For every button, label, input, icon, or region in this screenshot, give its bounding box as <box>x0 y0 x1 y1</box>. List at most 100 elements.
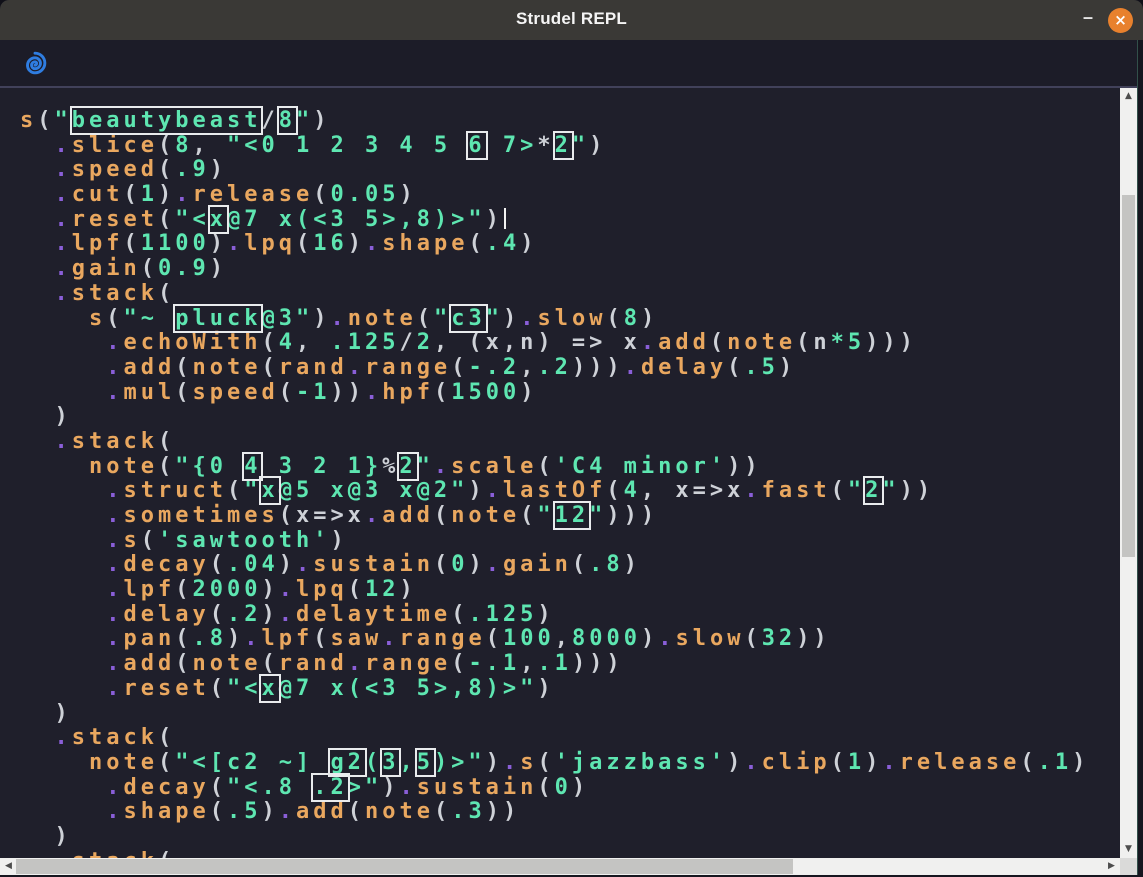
code-segment: ( <box>158 207 175 232</box>
code-segment: . <box>641 330 658 355</box>
code-segment: stack <box>72 281 158 306</box>
titlebar[interactable]: Strudel REPL – × <box>0 0 1143 40</box>
code-segment: 8 <box>624 306 641 331</box>
code-line[interactable]: ) <box>20 405 1089 430</box>
code-segment: echoWith <box>123 330 261 355</box>
code-line[interactable]: note("{0 4 3 2 1}%2".scale('C4 minor')) <box>20 455 1089 480</box>
code-segment: 'jazzbass' <box>555 750 727 775</box>
code-line[interactable]: .stack( <box>20 430 1089 455</box>
code-segment: @3" <box>261 306 313 331</box>
vertical-scrollbar[interactable]: ▲ ▼ <box>1120 88 1137 858</box>
scroll-left-button[interactable]: ◀ <box>0 858 17 875</box>
code-segment: 0.9 <box>158 256 210 281</box>
code-line[interactable]: .s('sawtooth') <box>20 529 1089 554</box>
code-line[interactable]: .mul(speed(-1)).hpf(1500) <box>20 381 1089 406</box>
code-segment: ) <box>20 824 72 849</box>
horizontal-scrollbar-thumb[interactable] <box>16 859 793 874</box>
code-segment: . <box>279 602 296 627</box>
code-segment: ( <box>158 750 175 775</box>
code-line[interactable]: .stack( <box>20 850 1089 858</box>
code-line[interactable]: s("beautybeast/8") <box>20 109 1089 134</box>
code-line[interactable]: .stack( <box>20 726 1089 751</box>
active-token: pluck <box>175 306 261 331</box>
code-segment: " <box>55 108 72 133</box>
code-segment: . <box>20 602 123 627</box>
vertical-scrollbar-thumb[interactable] <box>1122 195 1135 557</box>
minimize-button[interactable]: – <box>1075 0 1101 40</box>
scroll-up-button[interactable]: ▲ <box>1120 88 1137 105</box>
active-token: 5 <box>417 750 434 775</box>
horizontal-scrollbar[interactable]: ◀ ▶ <box>0 858 1120 875</box>
code-segment: " <box>417 454 434 479</box>
code-line[interactable]: .cut(1).release(0.05) <box>20 183 1089 208</box>
code-line[interactable]: .gain(0.9) <box>20 257 1089 282</box>
code-line[interactable]: .shape(.5).add(note(.3)) <box>20 800 1089 825</box>
code-line[interactable]: .lpf(2000).lpq(12) <box>20 578 1089 603</box>
close-button[interactable]: × <box>1108 8 1133 33</box>
code-segment: , (x,n) => x <box>434 330 641 355</box>
code-segment: . <box>20 157 72 182</box>
code-line[interactable]: .delay(.2).delaytime(.125) <box>20 603 1089 628</box>
scroll-right-button[interactable]: ▶ <box>1103 858 1120 875</box>
code-line[interactable]: s("~ pluck@3").note("c3").slow(8) <box>20 307 1089 332</box>
code-segment: 1500 <box>451 380 520 405</box>
code-line[interactable]: .add(note(rand.range(-.1,.1))) <box>20 652 1089 677</box>
code-segment: )) <box>796 626 831 651</box>
code-segment: . <box>20 281 72 306</box>
code-area[interactable]: s("beautybeast/8") .slice(8, "<0 1 2 3 4… <box>20 109 1089 858</box>
editor[interactable]: s("beautybeast/8") .slice(8, "<0 1 2 3 4… <box>0 88 1120 858</box>
code-segment: 32 <box>762 626 797 651</box>
code-segment: ) <box>382 775 399 800</box>
code-segment: slow <box>675 626 744 651</box>
code-segment: , x=>x <box>641 478 744 503</box>
code-segment: 4 <box>624 478 641 503</box>
code-line[interactable]: .echoWith(4, .125/2, (x,n) => x.add(note… <box>20 331 1089 356</box>
code-segment: ( <box>365 750 382 775</box>
code-segment: ))) <box>865 330 917 355</box>
code-segment: . <box>175 182 192 207</box>
code-line[interactable]: .decay("<.8 .2>").sustain(0) <box>20 776 1089 801</box>
code-segment: ( <box>486 626 503 651</box>
code-segment: ) <box>486 750 503 775</box>
window-right-border <box>1137 40 1143 877</box>
code-line[interactable]: .slice(8, "<0 1 2 3 4 5 6 7>*2") <box>20 134 1089 159</box>
code-line[interactable]: .struct("x@5 x@3 x@2").lastOf(4, x=>x.fa… <box>20 479 1089 504</box>
code-segment: decay <box>123 552 209 577</box>
code-segment: 1100 <box>141 231 210 256</box>
code-segment: "{0 <box>175 454 244 479</box>
code-line[interactable]: .speed(.9) <box>20 158 1089 183</box>
code-line[interactable]: .reset("<x@7 x(<3 5>,8)>") <box>20 208 1089 233</box>
code-line[interactable]: .lpf(1100).lpq(16).shape(.4) <box>20 232 1089 257</box>
code-segment: . <box>20 725 72 750</box>
code-segment: ) <box>503 306 520 331</box>
code-line[interactable]: .stack( <box>20 282 1089 307</box>
active-token: .2 <box>313 775 348 800</box>
code-line[interactable]: ) <box>20 702 1089 727</box>
code-segment: *5 <box>831 330 866 355</box>
code-line[interactable]: note("<[c2 ~] g2(3,5)>").s('jazzbass').c… <box>20 751 1089 776</box>
code-segment: ) <box>330 528 347 553</box>
code-line[interactable]: ) <box>20 825 1089 850</box>
code-segment: ) <box>158 182 175 207</box>
code-segment: saw <box>330 626 382 651</box>
strudel-logo-icon[interactable] <box>20 48 50 78</box>
code-line[interactable]: .pan(.8).lpf(saw.range(100,8000).slow(32… <box>20 627 1089 652</box>
code-segment: ( <box>210 552 227 577</box>
scroll-down-button[interactable]: ▼ <box>1120 841 1137 858</box>
code-segment: " <box>882 478 899 503</box>
code-segment: -1 <box>296 380 331 405</box>
code-segment: ( <box>175 651 192 676</box>
code-segment: ) <box>486 207 503 232</box>
code-line[interactable]: .decay(.04).sustain(0).gain(.8) <box>20 553 1089 578</box>
code-line[interactable]: .reset("<x@7 x(<3 5>,8)>") <box>20 677 1089 702</box>
code-line[interactable]: .sometimes(x=>x.add(note("12"))) <box>20 504 1089 529</box>
code-segment: . <box>882 750 899 775</box>
code-segment: ))) <box>606 503 658 528</box>
code-segment: . <box>20 775 123 800</box>
code-segment: ) <box>641 306 658 331</box>
code-segment: stack <box>72 725 158 750</box>
code-segment: ( <box>710 330 727 355</box>
code-line[interactable]: .add(note(rand.range(-.2,.2))).delay(.5) <box>20 356 1089 381</box>
code-segment: ( <box>210 676 227 701</box>
code-segment: " <box>848 478 865 503</box>
